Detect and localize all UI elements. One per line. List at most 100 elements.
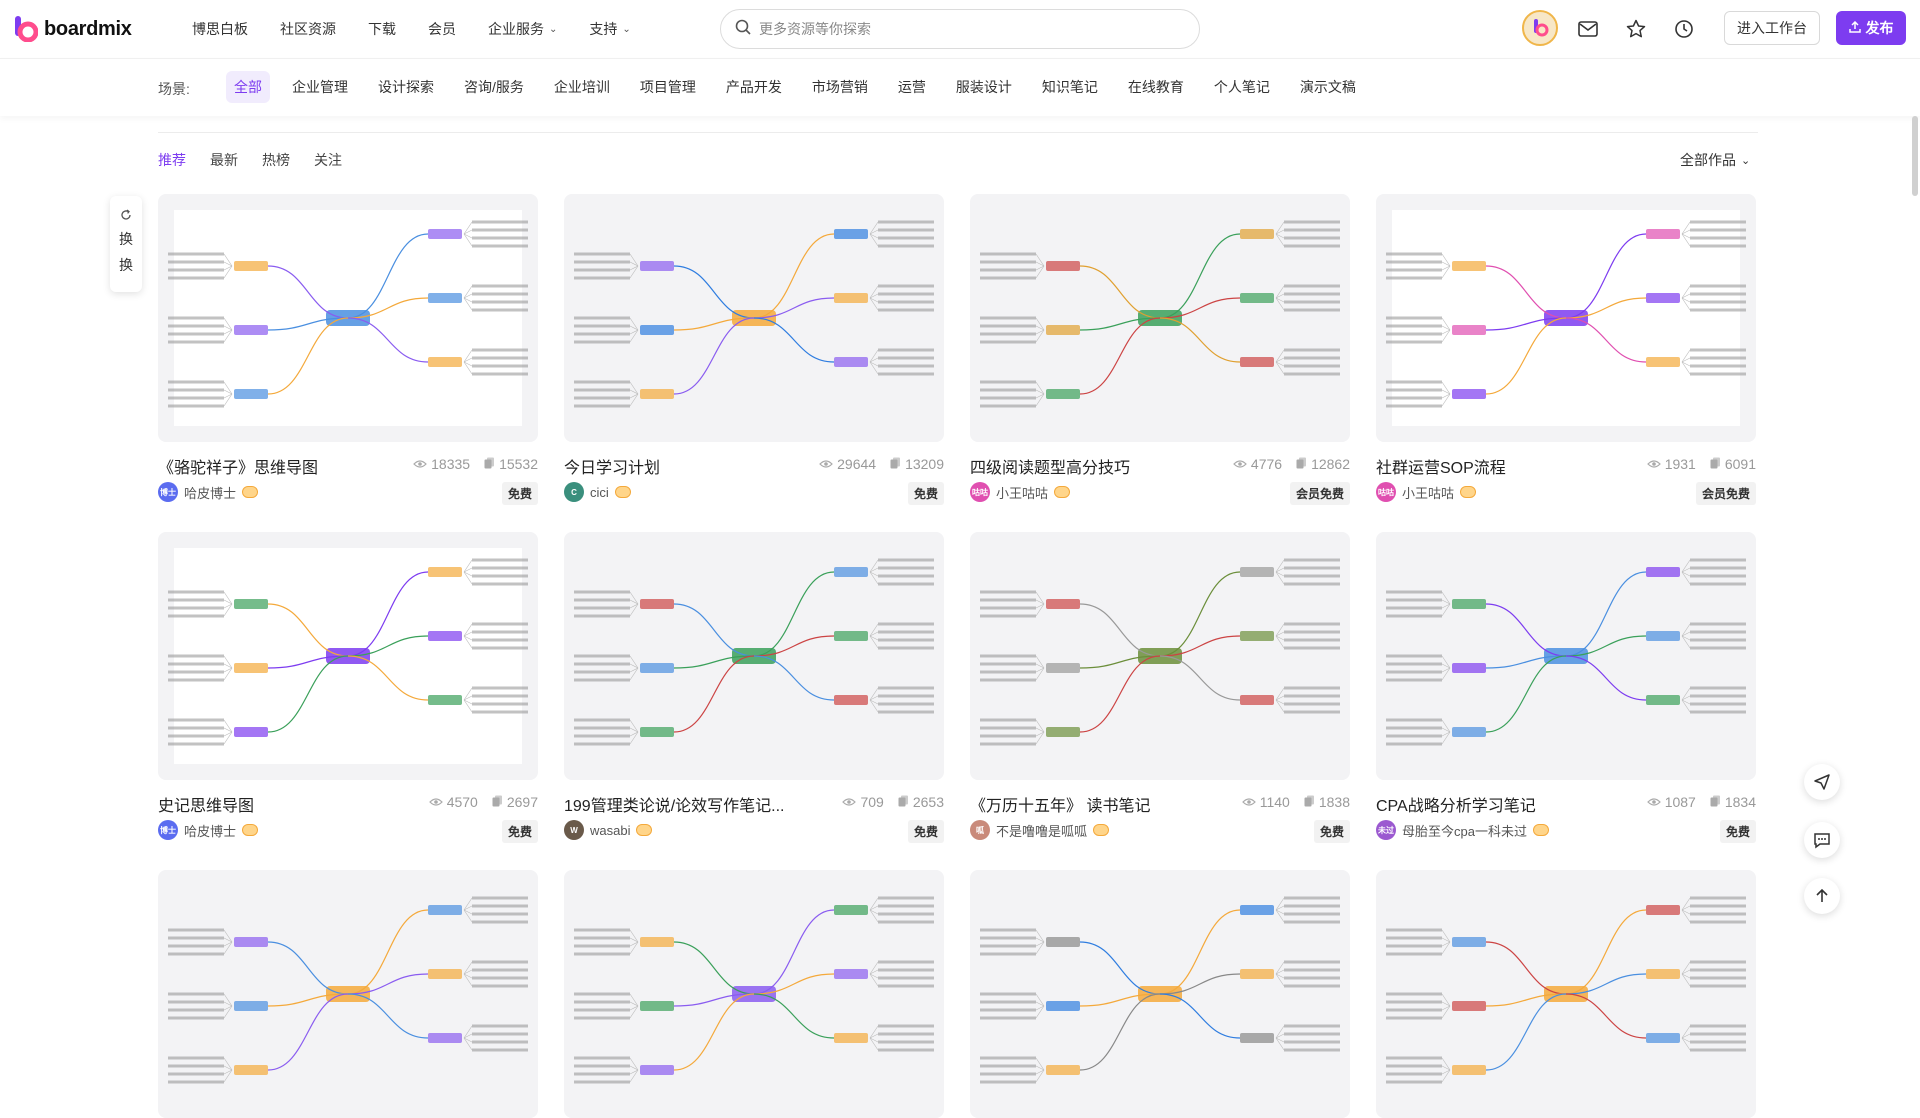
scene-item[interactable]: 咨询/服务 [456, 71, 532, 103]
template-thumbnail[interactable] [564, 870, 944, 1118]
card-author[interactable]: Wwasabi [564, 820, 653, 840]
mail-icon[interactable] [1576, 17, 1600, 41]
card-title[interactable]: 四级阅读题型高分技巧 [970, 454, 1210, 478]
card-author[interactable]: 咕咕 小王咕咕 [970, 482, 1071, 502]
scene-item[interactable]: 在线教育 [1120, 71, 1192, 103]
enter-workspace-button[interactable]: 进入工作台 [1724, 11, 1820, 45]
scene-item[interactable]: 设计探索 [370, 71, 442, 103]
tab-item[interactable]: 推荐 [158, 150, 186, 170]
template-thumbnail[interactable] [1376, 532, 1756, 780]
template-card[interactable]: CPA战略分析学习笔记 1087 1834 未过 母胎至今cpa一科未过 免费 [1376, 532, 1756, 843]
template-thumbnail[interactable] [1376, 194, 1756, 442]
scene-item[interactable]: 项目管理 [632, 71, 704, 103]
medal-icon [242, 824, 259, 836]
template-card[interactable]: 199管理类论说/论效写作笔记... 709 2653 Wwasabi 免费 [564, 532, 944, 843]
author-name[interactable]: 母胎至今cpa一科未过 [1402, 821, 1527, 840]
author-avatar[interactable]: 未过 [1376, 820, 1396, 840]
card-title[interactable]: 《万历十五年》 读书笔记 [970, 792, 1210, 816]
author-name[interactable]: 哈皮博士 [184, 483, 236, 502]
scene-item[interactable]: 企业管理 [284, 71, 356, 103]
nav-item-download[interactable]: 下载 [368, 19, 396, 39]
view-count: 18335 [431, 456, 471, 472]
author-name[interactable]: 不是噜噜是呱呱 [996, 821, 1087, 840]
brand-logo[interactable]: boardmix [14, 16, 132, 43]
scene-item[interactable]: 个人笔记 [1206, 71, 1278, 103]
template-thumbnail[interactable] [970, 194, 1350, 442]
publish-button[interactable]: 发布 [1836, 11, 1906, 45]
star-icon[interactable] [1624, 17, 1648, 41]
comment-icon[interactable] [1804, 822, 1840, 858]
nav-item-enterprise[interactable]: 企业服务 ⌄ [488, 19, 557, 39]
template-card[interactable] [1376, 870, 1756, 1118]
card-title[interactable]: 史记思维导图 [158, 792, 398, 816]
scene-item[interactable]: 企业培训 [546, 71, 618, 103]
card-author[interactable]: 呱不是噜噜是呱呱 [970, 820, 1110, 840]
scene-item[interactable]: 演示文稿 [1292, 71, 1364, 103]
card-author[interactable]: Ccici [564, 482, 631, 502]
clock-icon[interactable] [1672, 17, 1696, 41]
template-card[interactable]: 史记思维导图 4570 2697 博士 哈皮博士 免费 [158, 532, 538, 843]
template-thumbnail[interactable] [1376, 870, 1756, 1118]
template-card[interactable]: 今日学习计划 29644 13209 Ccici 免费 [564, 194, 944, 505]
card-author[interactable]: 未过 母胎至今cpa一科未过 [1376, 820, 1549, 840]
template-thumbnail[interactable] [564, 532, 944, 780]
scene-item[interactable]: 产品开发 [718, 71, 790, 103]
scrollbar[interactable] [1912, 116, 1918, 196]
tab-item[interactable]: 关注 [314, 150, 342, 170]
author-name[interactable]: 小王咕咕 [1402, 483, 1454, 502]
swap-button[interactable]: 换 换 [110, 196, 142, 292]
author-avatar[interactable]: 呱 [970, 820, 990, 840]
card-title[interactable]: 《骆驼祥子》思维导图 [158, 454, 398, 478]
back-to-top-icon[interactable] [1804, 878, 1840, 914]
card-title[interactable]: 今日学习计划 [564, 454, 804, 478]
author-name[interactable]: wasabi [590, 823, 630, 838]
tab-item[interactable]: 热榜 [262, 150, 290, 170]
tab-item[interactable]: 最新 [210, 150, 238, 170]
user-avatar[interactable] [1522, 10, 1558, 46]
nav-label: 支持 [589, 21, 618, 37]
card-author[interactable]: 博士 哈皮博士 [158, 820, 259, 840]
template-thumbnail[interactable] [970, 532, 1350, 780]
template-card[interactable] [970, 870, 1350, 1118]
author-name[interactable]: cici [590, 485, 609, 500]
author-avatar[interactable]: 咕咕 [970, 482, 990, 502]
template-card[interactable]: 四级阅读题型高分技巧 4776 12862 咕咕 小王咕咕 会员免费 [970, 194, 1350, 505]
search-input[interactable] [759, 21, 1179, 37]
send-icon[interactable] [1804, 764, 1840, 800]
template-thumbnail[interactable] [158, 532, 538, 780]
author-name[interactable]: 哈皮博士 [184, 821, 236, 840]
card-title[interactable]: CPA战略分析学习笔记 [1376, 792, 1616, 816]
scene-item[interactable]: 运营 [890, 71, 934, 103]
author-avatar[interactable]: C [564, 482, 584, 502]
card-author[interactable]: 咕咕 小王咕咕 [1376, 482, 1477, 502]
nav-item-whiteboard[interactable]: 博思白板 [192, 19, 248, 39]
scene-item[interactable]: 市场营销 [804, 71, 876, 103]
template-card[interactable]: 《万历十五年》 读书笔记 1140 1838 呱不是噜噜是呱呱 免费 [970, 532, 1350, 843]
template-thumbnail[interactable] [564, 194, 944, 442]
author-avatar[interactable]: 博士 [158, 820, 178, 840]
search-box[interactable] [720, 9, 1200, 49]
template-card[interactable]: 社群运营SOP流程 1931 6091 咕咕 小王咕咕 会员免费 [1376, 194, 1756, 505]
card-author[interactable]: 博士 哈皮博士 [158, 482, 259, 502]
nav-item-membership[interactable]: 会员 [428, 19, 456, 39]
nav-item-community[interactable]: 社区资源 [280, 19, 336, 39]
scene-item[interactable]: 服装设计 [948, 71, 1020, 103]
author-name[interactable]: 小王咕咕 [996, 483, 1048, 502]
nav-item-support[interactable]: 支持 ⌄ [589, 19, 630, 39]
eye-icon [413, 457, 427, 472]
card-title[interactable]: 199管理类论说/论效写作笔记... [564, 792, 804, 816]
scene-item[interactable]: 知识笔记 [1034, 71, 1106, 103]
works-filter-dropdown[interactable]: 全部作品 ⌄ [1680, 150, 1750, 170]
author-avatar[interactable]: 博士 [158, 482, 178, 502]
template-card[interactable] [564, 870, 944, 1118]
template-thumbnail[interactable] [158, 870, 538, 1118]
template-card[interactable]: 《骆驼祥子》思维导图 18335 15532 博士 哈皮博士 免费 [158, 194, 538, 505]
author-avatar[interactable]: 咕咕 [1376, 482, 1396, 502]
copy-count: 15532 [499, 456, 538, 472]
author-avatar[interactable]: W [564, 820, 584, 840]
scene-item[interactable]: 全部 [226, 71, 270, 103]
template-thumbnail[interactable] [970, 870, 1350, 1118]
card-title[interactable]: 社群运营SOP流程 [1376, 454, 1616, 478]
template-thumbnail[interactable] [158, 194, 538, 442]
template-card[interactable] [158, 870, 538, 1118]
